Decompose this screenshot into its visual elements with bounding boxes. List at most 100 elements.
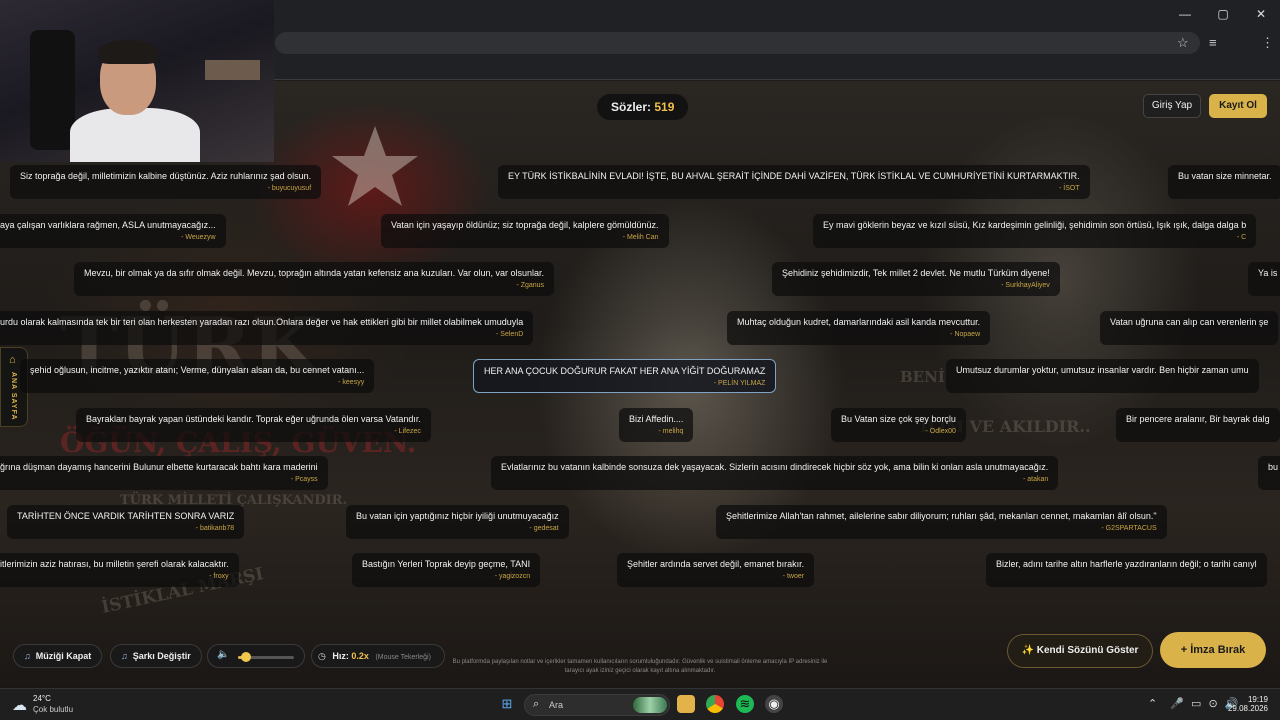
webcam-overlay (0, 0, 274, 162)
microphone-icon[interactable]: 🎤 (1170, 698, 1184, 710)
note-card[interactable]: Ya is (1248, 262, 1280, 296)
note-text: urdu olarak kalmasında tek bir teri olan… (0, 317, 524, 327)
close-button[interactable]: ✕ (1242, 0, 1280, 28)
note-card[interactable]: bu (1258, 456, 1280, 490)
volume-slider[interactable] (238, 652, 294, 662)
cloud-icon: ☁ (12, 697, 27, 714)
note-text: bu (1268, 462, 1279, 472)
chrome-icon[interactable] (706, 695, 724, 713)
note-author: - SelenD (496, 331, 524, 338)
clock-time: 19:19 (1247, 695, 1268, 704)
note-text: Siz toprağa değil, milletimizin kalbine … (20, 171, 312, 181)
note-text: Bu vatan size minnetar. (1178, 171, 1272, 181)
star-icon (332, 126, 418, 206)
note-card[interactable]: Umutsuz durumlar yoktur, umutsuz insanla… (946, 359, 1259, 393)
chevron-up-icon[interactable]: ⌃ (1148, 698, 1157, 710)
note-card[interactable]: şehid oğlusun, incitme, yazıktır atanı; … (20, 359, 375, 393)
speed-label: Hız: (332, 651, 349, 661)
note-card[interactable]: Bir pencere aralanır, Bir bayrak dalg (1116, 408, 1280, 442)
volume-knob[interactable] (241, 652, 252, 662)
note-author: - Melih Can (622, 234, 659, 241)
note-author: - melihq (658, 428, 684, 435)
note-text: Şehidiniz şehidimizdir, Tek millet 2 dev… (782, 268, 1050, 278)
counter-value: 519 (654, 100, 675, 114)
home-tab-label: ANA SAYFA (10, 372, 17, 421)
media-control-icon[interactable]: ≡ (1209, 35, 1217, 50)
file-explorer-icon[interactable] (677, 695, 695, 713)
address-bar[interactable] (275, 32, 1200, 54)
login-button[interactable]: Giriş Yap (1143, 94, 1201, 118)
note-card[interactable]: Ey mavi göklerin beyaz ve kızıl süsü, Kı… (813, 214, 1257, 248)
music-toggle-label: Müziği Kapat (35, 651, 92, 661)
note-card[interactable]: EY TÜRK İSTİKBALİNİN EVLADI! İŞTE, BU AH… (498, 165, 1090, 199)
window-controls: — ▢ ✕ (1166, 0, 1280, 30)
note-author: - Odlex00 (925, 428, 956, 435)
note-text: TARİHTEN ÖNCE VARDIK TARİHTEN SONRA VARI… (17, 511, 235, 521)
display-icon[interactable]: ▭ (1191, 698, 1201, 710)
note-card[interactable]: Muhtaç olduğun kudret, damarlarındaki as… (727, 311, 991, 345)
note-card[interactable]: Bu vatan size minnetar. (1168, 165, 1280, 199)
show-own-quote-button[interactable]: ✨ Kendi Sözünü Göster (1007, 634, 1153, 668)
spotify-icon[interactable]: ≋ (736, 695, 754, 713)
note-card[interactable]: ğrına düşman dayamış hancerini Bulunur e… (0, 456, 328, 490)
windows-start-icon[interactable]: ⊞ (498, 695, 516, 713)
note-author: - SurkhayAliyev (1001, 282, 1050, 289)
note-card[interactable]: itlerimizin aziz hatırası, bu milletin ş… (0, 553, 239, 587)
note-card[interactable]: Bu Vatan size çok şey borçlu - Odlex00 (831, 408, 966, 442)
note-card[interactable]: HER ANA ÇOCUK DOĞURUR FAKAT HER ANA YİĞİ… (473, 359, 777, 393)
search-highlight-art (633, 697, 667, 713)
note-text: Bayrakları bayrak yapan üstündeki kandır… (86, 414, 421, 424)
change-song-button[interactable]: ♫ Şarkı Değiştir (110, 644, 202, 668)
music-toggle-button[interactable]: ♫ Müziği Kapat (13, 644, 103, 668)
note-card[interactable]: TARİHTEN ÖNCE VARDIK TARİHTEN SONRA VARI… (7, 505, 245, 539)
note-author: - keesyy (338, 379, 365, 386)
note-text: Evlatlarınız bu vatanın kalbinde sonsuza… (501, 462, 1049, 472)
signup-button[interactable]: Kayıt Ol (1209, 94, 1267, 118)
bookmark-star-icon[interactable]: ☆ (1177, 35, 1189, 51)
note-author: - G2SPARTACUS (1101, 525, 1157, 532)
clock-date: 29.08.2026 (1227, 704, 1268, 713)
note-card[interactable]: urdu olarak kalmasında tek bir teri olan… (0, 311, 534, 345)
note-card[interactable]: Evlatlarınız bu vatanın kalbinde sonsuza… (491, 456, 1059, 490)
webcam-shelf (205, 60, 260, 80)
note-text: Ya is (1258, 268, 1278, 278)
note-text: Bu Vatan size çok şey borçlu (841, 414, 956, 424)
taskbar-search[interactable]: ⌕ Ara (524, 694, 670, 716)
windows-taskbar: ☁ 24°C Çok bulutlu ⊞ ⌕ Ara ≋ ◉ ⌃ 🎤 ▭ ⊙ 🔊… (0, 688, 1280, 720)
note-author: - Zganus (516, 282, 545, 289)
note-text: Bir pencere aralanır, Bir bayrak dalg (1126, 414, 1270, 424)
note-card[interactable]: Bizi Affedin.... - melihq (619, 408, 694, 442)
note-author: - froxy (209, 573, 229, 580)
bg-beni-text: BENİ (900, 368, 945, 386)
note-author: - buyucuyusuf (267, 185, 312, 192)
app-icon[interactable]: ◉ (765, 695, 783, 713)
home-icon: ⌂ (9, 354, 16, 366)
note-card[interactable]: Bizler, adını tarihe altın harflerle yaz… (986, 553, 1267, 587)
note-author: - gedesat (529, 525, 559, 532)
note-text: Muhtaç olduğun kudret, damarlarındaki as… (737, 317, 981, 327)
note-card[interactable]: Şehidiniz şehidimizdir, Tek millet 2 dev… (772, 262, 1060, 296)
note-card[interactable]: Siz toprağa değil, milletimizin kalbine … (10, 165, 322, 199)
note-card[interactable]: aya çalışan varlıklara rağmen, ASLA unut… (0, 214, 226, 248)
minimize-button[interactable]: — (1166, 0, 1204, 28)
note-author: - atakan (1022, 476, 1049, 483)
note-card[interactable]: Bayrakları bayrak yapan üstündeki kandır… (76, 408, 431, 442)
network-icon[interactable]: ⊙ (1209, 698, 1218, 710)
note-text: ğrına düşman dayamış hancerini Bulunur e… (0, 462, 318, 472)
note-author: - twoer (782, 573, 805, 580)
leave-signature-button[interactable]: + İmza Bırak (1160, 632, 1266, 668)
note-text: Bizi Affedin.... (629, 414, 684, 424)
note-card[interactable]: Bu vatan için yaptığınız hiçbir iyiliği … (346, 505, 569, 539)
note-card[interactable]: Şehitlerimize Allah'tan rahmet, aileleri… (716, 505, 1167, 539)
note-card[interactable]: Şehitler ardında servet değil, emanet bı… (617, 553, 815, 587)
disclaimer-text: Bu platformda paylaşılan notlar ve içeri… (452, 659, 828, 674)
maximize-button[interactable]: ▢ (1204, 0, 1242, 28)
note-card[interactable]: Vatan için yaşayıp öldünüz; siz toprağa … (381, 214, 669, 248)
note-card[interactable]: Mevzu, bir olmak ya da sıfır olmak değil… (74, 262, 555, 296)
note-card[interactable]: Bastığın Yerleri Toprak deyip geçme, TAN… (352, 553, 541, 587)
note-author: - batikanb78 (195, 525, 235, 532)
note-author: - Nopaew (950, 331, 981, 338)
taskbar-clock[interactable]: 19:19 29.08.2026 (1226, 695, 1268, 713)
browser-menu-icon[interactable]: ⋮ (1261, 35, 1274, 51)
note-card[interactable]: Vatan uğruna can alıp can verenlerin şe (1100, 311, 1279, 345)
